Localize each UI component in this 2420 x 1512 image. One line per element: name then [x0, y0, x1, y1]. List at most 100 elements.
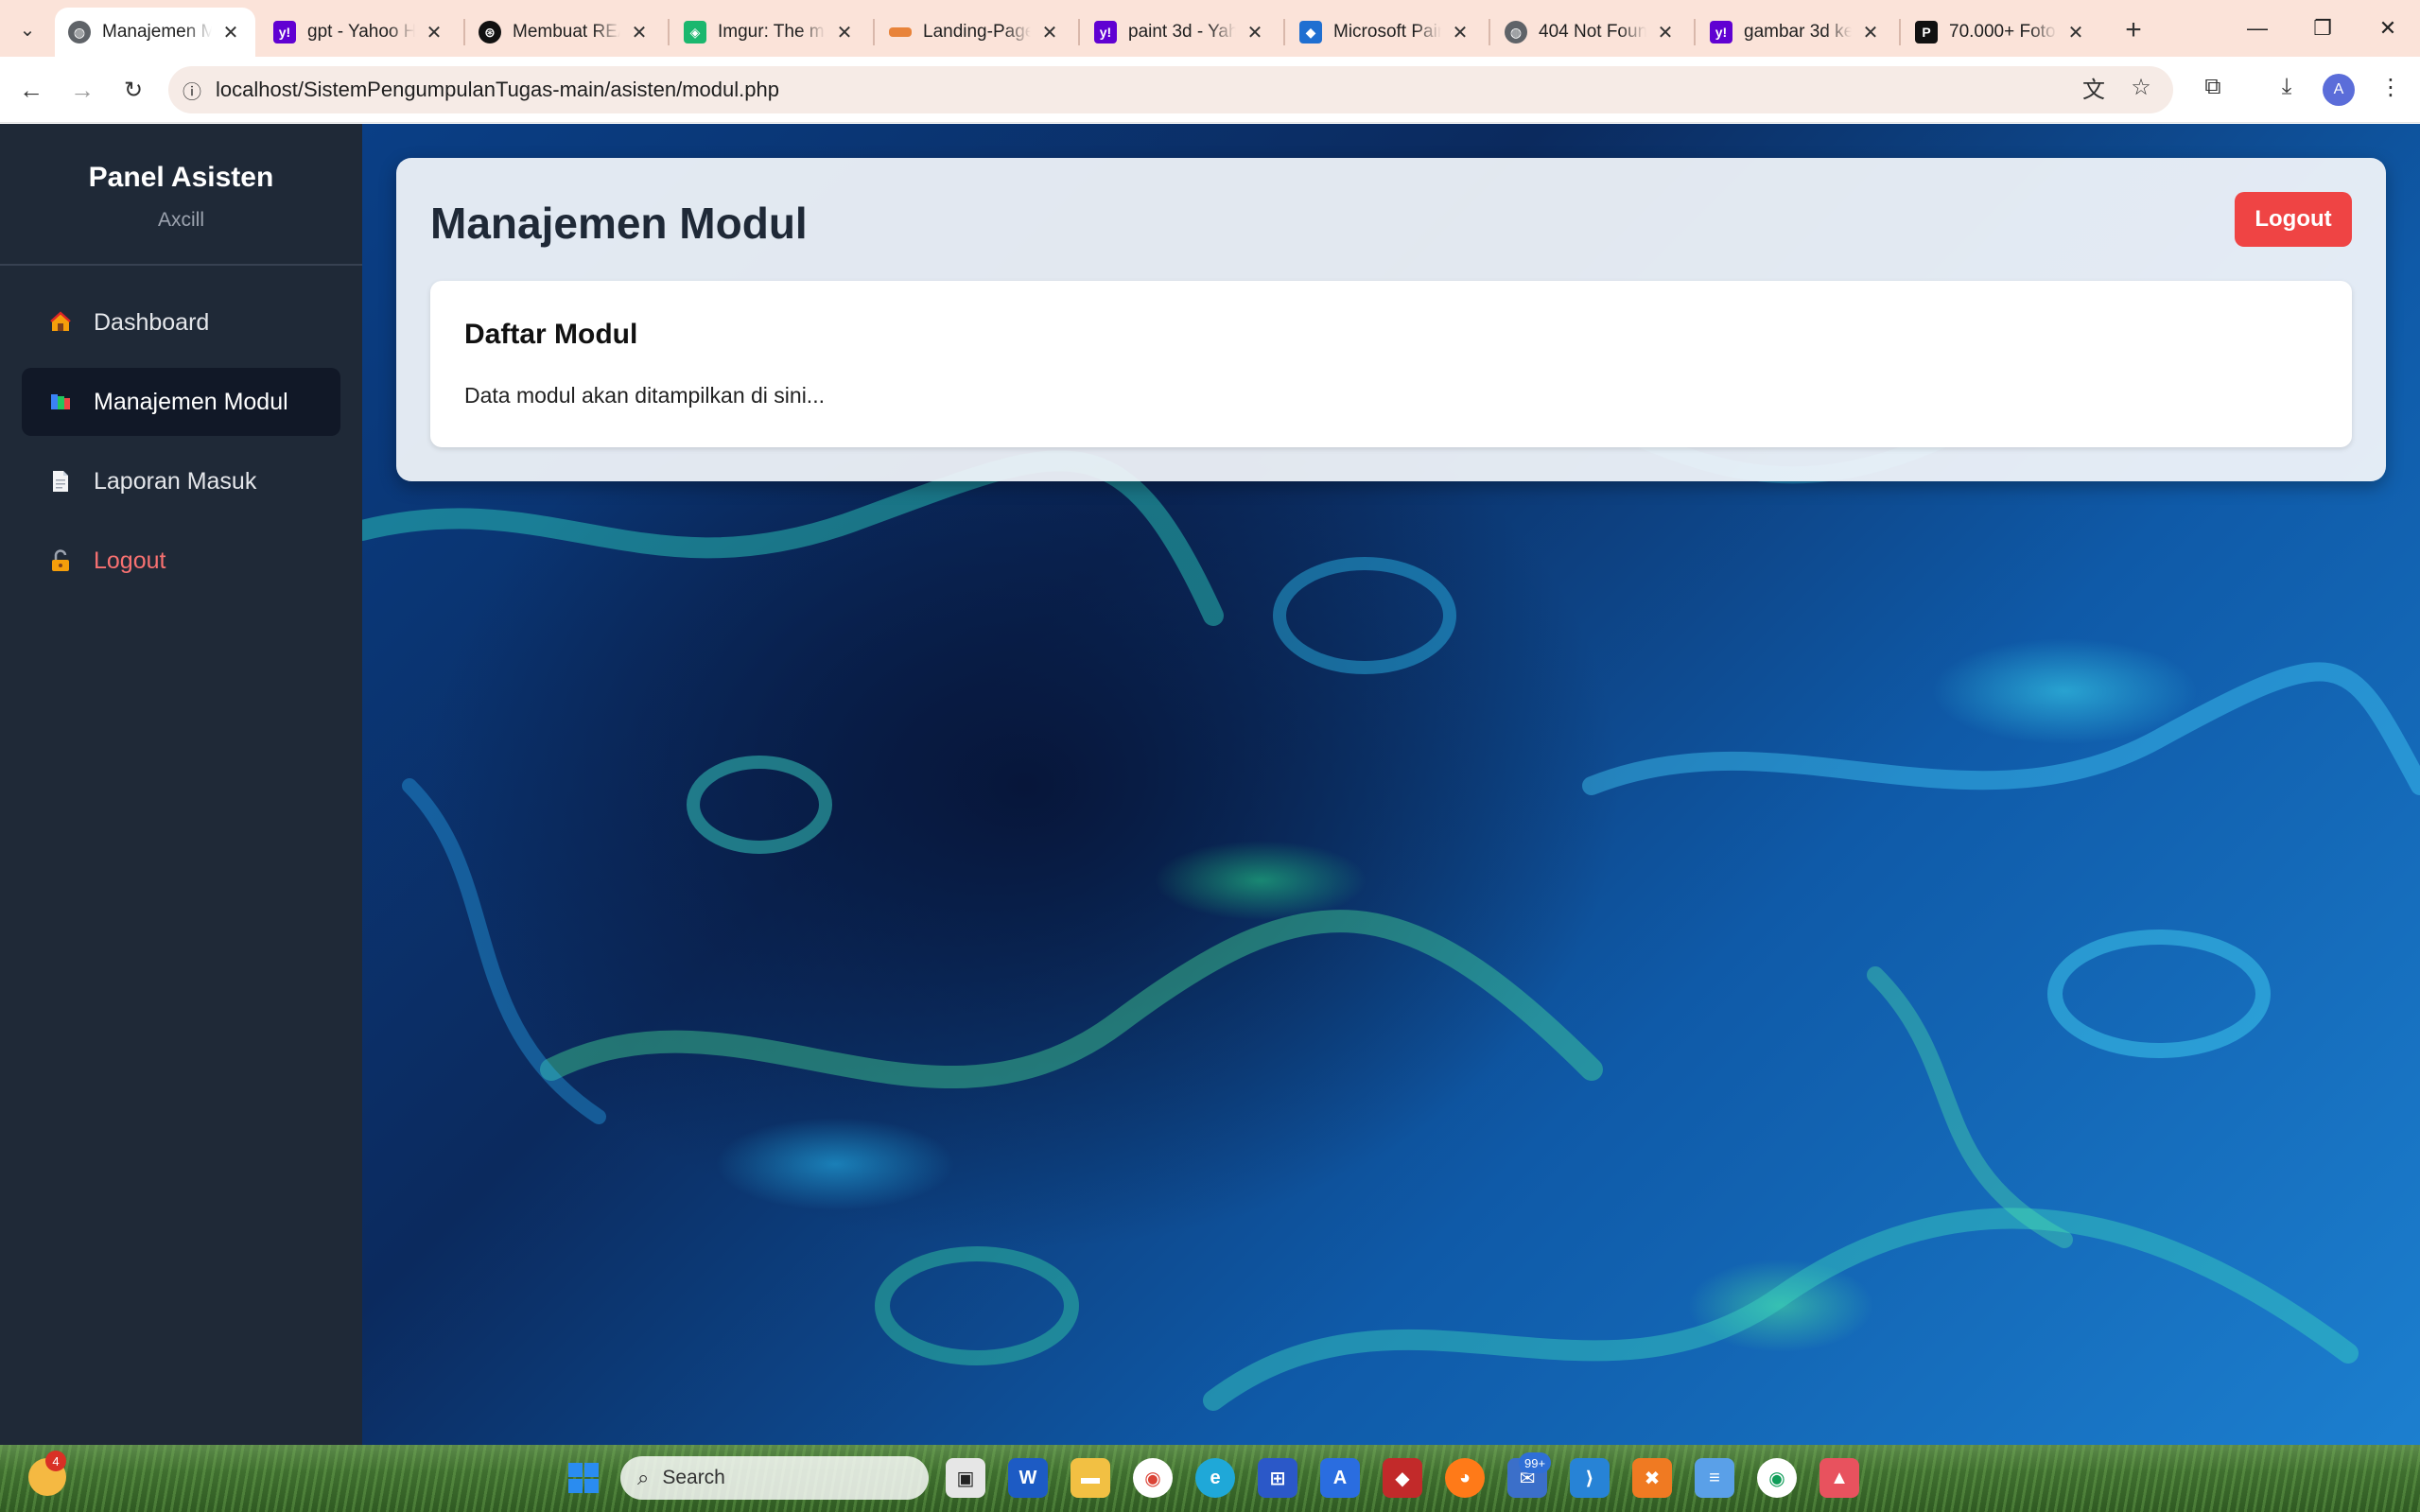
back-arrow-icon[interactable]: ← [13, 72, 49, 108]
sidebar-item-label: Dashboard [94, 308, 210, 336]
browser-tab-foto[interactable]: P 70.000+ Foto ✕ [1902, 8, 2100, 57]
browser-tab-gpt-yahoo[interactable]: y! gpt - Yahoo H ✕ [260, 8, 459, 57]
browser-tab-membuat[interactable]: ⊛ Membuat REA ✕ [465, 8, 664, 57]
close-icon[interactable]: ✕ [833, 21, 856, 44]
tab-separator [873, 19, 875, 45]
word-icon[interactable]: W [1008, 1458, 1048, 1498]
browser-tab-landing-page[interactable]: Landing-Page ✕ [876, 8, 1074, 57]
browser-toolbar: ← → ↻ ⓘ localhost/SistemPengumpulanTugas… [0, 57, 2420, 123]
address-url: localhost/SistemPengumpulanTugas-main/as… [216, 78, 779, 101]
xampp-icon[interactable]: ✖ [1632, 1458, 1672, 1498]
file-explorer-icon[interactable]: ▬ [1071, 1458, 1110, 1498]
restore-icon[interactable]: ❐ [2289, 0, 2356, 57]
tab-label: gambar 3d ke [1744, 22, 1852, 42]
vector-app-icon[interactable]: A [1320, 1458, 1360, 1498]
windows-start-icon[interactable] [564, 1458, 603, 1498]
close-icon[interactable]: ✕ [1449, 21, 1471, 44]
download-icon[interactable]: ⤓ [2268, 68, 2306, 106]
translate-icon[interactable]: 文 [2075, 68, 2113, 106]
tab-label: Microsoft Pair [1333, 22, 1441, 42]
weather-badge: 4 [45, 1451, 66, 1471]
extensions-puzzle-icon[interactable]: ⧉ [2194, 68, 2232, 106]
close-icon[interactable]: ✕ [1859, 21, 1882, 44]
close-icon[interactable]: ✕ [1038, 21, 1061, 44]
logout-button[interactable]: Logout [2235, 192, 2352, 247]
taskbar-search-input[interactable]: ⌕ Search [620, 1456, 929, 1500]
books-icon [48, 390, 73, 414]
minimize-icon[interactable]: — [2224, 0, 2290, 57]
page-icon [889, 27, 912, 37]
tab-label: 70.000+ Foto [1949, 22, 2056, 42]
card-title: Daftar Modul [464, 319, 638, 350]
browser-tab-imgur[interactable]: ◈ Imgur: The m ✕ [670, 8, 869, 57]
bookmark-star-icon[interactable]: ☆ [2122, 68, 2160, 106]
tab-label: paint 3d - Yah [1128, 22, 1236, 42]
address-bar[interactable]: ⓘ localhost/SistemPengumpulanTugas-main/… [168, 66, 2173, 113]
tab-separator [1489, 19, 1490, 45]
close-icon[interactable]: ✕ [628, 21, 651, 44]
tab-separator [1283, 19, 1285, 45]
browser-tab-paint3d[interactable]: y! paint 3d - Yah ✕ [1081, 8, 1280, 57]
main-content: Manajemen Modul Logout Daftar Modul Data… [362, 124, 2420, 1445]
photos-app-icon[interactable]: ▲ [1819, 1458, 1859, 1498]
close-icon[interactable]: ✕ [423, 21, 445, 44]
globe-icon: ◍ [1505, 21, 1527, 43]
imgur-icon: ◈ [684, 21, 706, 43]
tab-separator [668, 19, 670, 45]
document-icon [48, 469, 73, 494]
tab-search-chevron-icon[interactable]: ⌄ [9, 11, 45, 47]
menu-kebab-icon[interactable]: ⋮ [2372, 68, 2410, 106]
close-icon[interactable]: ✕ [219, 21, 242, 44]
content-panel: Manajemen Modul Logout Daftar Modul Data… [396, 158, 2386, 481]
chrome-icon[interactable]: ◉ [1133, 1458, 1173, 1498]
edge-icon[interactable]: e [1195, 1458, 1235, 1498]
sidebar-item-laporan-masuk[interactable]: Laporan Masuk [22, 447, 340, 515]
new-tab-plus-icon[interactable]: + [2115, 11, 2152, 49]
sidebar-nav: Dashboard Manajemen Modul Laporan Masuk … [0, 266, 362, 629]
browser-tab-404[interactable]: ◍ 404 Not Foun ✕ [1491, 8, 1690, 57]
browser-tab-gambar-3d[interactable]: y! gambar 3d ke ✕ [1697, 8, 1895, 57]
site-info-icon[interactable]: ⓘ [168, 77, 216, 104]
search-icon: ⌕ [637, 1466, 650, 1489]
tab-label: Landing-Page [923, 22, 1031, 42]
browser-tab-manajemen[interactable]: ◍ Manajemen M ✕ [55, 8, 255, 57]
forward-arrow-icon[interactable]: → [64, 72, 100, 108]
reload-icon[interactable]: ↻ [115, 72, 151, 108]
microsoft-store-icon[interactable]: ⊞ [1258, 1458, 1297, 1498]
task-view-icon[interactable]: ▣ [946, 1458, 985, 1498]
taskbar-search-placeholder: Search [662, 1467, 725, 1488]
pexels-icon: P [1915, 21, 1938, 43]
yahoo-icon: y! [1710, 21, 1732, 43]
tab-separator [1694, 19, 1696, 45]
sidebar-item-manajemen-modul[interactable]: Manajemen Modul [22, 368, 340, 436]
yahoo-icon: y! [1094, 21, 1117, 43]
tab-label: gpt - Yahoo H [307, 22, 415, 42]
browser-tab-microsoft-paint[interactable]: ◆ Microsoft Pair ✕ [1286, 8, 1485, 57]
tab-separator [1078, 19, 1080, 45]
sidebar-item-label: Logout [94, 547, 166, 574]
window-close-icon[interactable]: ✕ [2355, 0, 2420, 57]
profile-avatar[interactable]: A [2323, 74, 2355, 106]
close-icon[interactable]: ✕ [1654, 21, 1677, 44]
vscode-icon[interactable]: ⟩ [1570, 1458, 1610, 1498]
game-app-icon[interactable]: ◆ [1383, 1458, 1422, 1498]
openai-icon: ⊛ [479, 21, 501, 43]
sidebar-title: Panel Asisten [88, 162, 274, 193]
tab-label: 404 Not Foun [1539, 22, 1646, 42]
house-icon [48, 310, 73, 335]
sidebar: Panel Asisten Axcill Dashboard Manajemen… [0, 124, 362, 1445]
firefox-icon[interactable]: ◕ [1445, 1458, 1485, 1498]
store-icon: ◆ [1299, 21, 1322, 43]
tab-label: Imgur: The m [718, 22, 825, 42]
notepad-icon[interactable]: ≡ [1695, 1458, 1734, 1498]
chrome-profile-icon[interactable]: ◉ [1757, 1458, 1797, 1498]
modul-list-card: Daftar Modul Data modul akan ditampilkan… [430, 281, 2352, 447]
sidebar-item-logout[interactable]: Logout [22, 527, 340, 595]
close-icon[interactable]: ✕ [1244, 21, 1266, 44]
globe-icon: ◍ [68, 21, 91, 43]
tab-separator [1899, 19, 1901, 45]
card-placeholder-text: Data modul akan ditampilkan di sini... [464, 383, 825, 408]
sidebar-username: Axcill [157, 209, 204, 231]
close-icon[interactable]: ✕ [2064, 21, 2087, 44]
sidebar-item-dashboard[interactable]: Dashboard [22, 288, 340, 356]
